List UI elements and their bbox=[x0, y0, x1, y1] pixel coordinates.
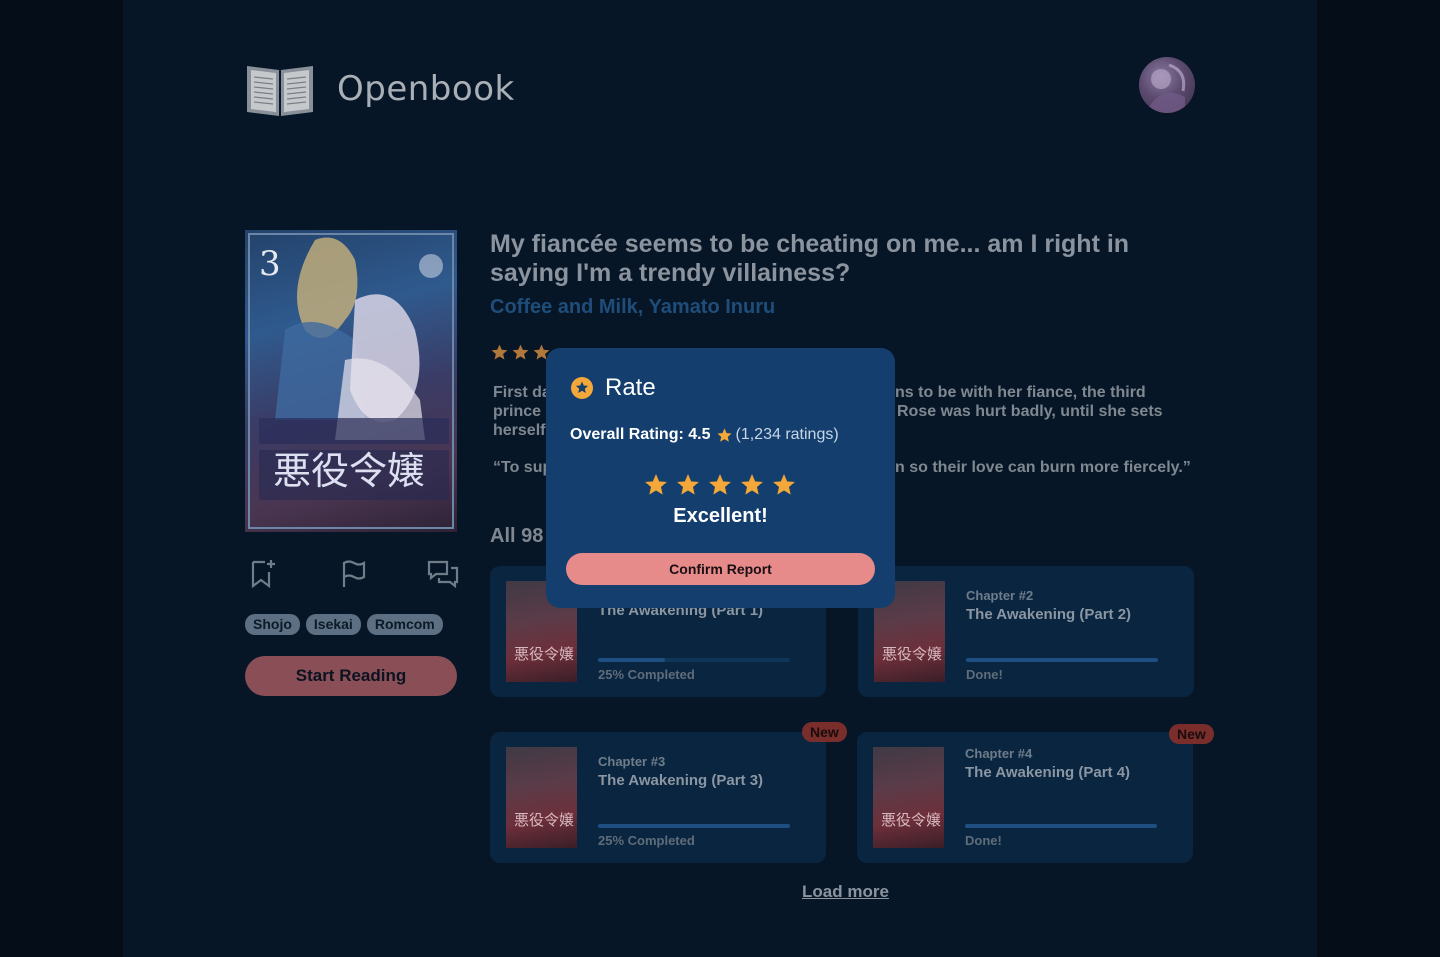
tag-shojo[interactable]: Shojo bbox=[245, 614, 300, 635]
progress-bar bbox=[598, 658, 790, 662]
book-authors[interactable]: Coffee and Milk, Yamato Inuru bbox=[490, 296, 775, 319]
new-badge: New bbox=[802, 722, 847, 742]
star-icon bbox=[512, 344, 529, 360]
bookmark-button[interactable] bbox=[247, 558, 279, 590]
description-left-3: herself bbox=[493, 422, 546, 439]
chapter-number: Chapter #2 bbox=[966, 588, 1034, 603]
modal-header: Rate bbox=[570, 374, 656, 402]
chapter-thumbnail: 悪役令嬢 bbox=[506, 747, 577, 848]
rating-verdict: Excellent! bbox=[673, 505, 768, 527]
progress-label: Done! bbox=[966, 667, 1003, 682]
progress-fill bbox=[598, 658, 666, 662]
report-button[interactable] bbox=[338, 558, 370, 590]
quote-right: n so their love can burn more fiercely.” bbox=[895, 459, 1191, 476]
progress-bar bbox=[966, 658, 1158, 662]
chapter-title: The Awakening (Part 4) bbox=[965, 764, 1131, 781]
progress-bar bbox=[598, 824, 790, 828]
description-left: First da bbox=[493, 384, 551, 401]
ratings-count: (1,234 ratings) bbox=[735, 426, 839, 443]
cover-number: 3 bbox=[259, 244, 281, 284]
avatar-image bbox=[1149, 63, 1186, 113]
chapter-thumbnail: 悪役令嬢 bbox=[873, 747, 944, 848]
progress-bar bbox=[965, 824, 1157, 828]
chapter-number: Chapter #4 bbox=[965, 746, 1033, 761]
start-reading-button[interactable]: Start Reading bbox=[245, 656, 457, 696]
genre-tags: Shojo Isekai Romcom bbox=[245, 614, 443, 635]
star-3-icon[interactable] bbox=[707, 472, 733, 498]
star-icon bbox=[491, 344, 508, 360]
app-name: Openbook bbox=[337, 69, 515, 109]
new-badge: New bbox=[1169, 724, 1214, 744]
progress-label: Done! bbox=[965, 833, 1002, 848]
tag-isekai[interactable]: Isekai bbox=[305, 614, 361, 635]
chapter-card[interactable]: 悪役令嬢 Chapter #4 The Awakening (Part 4) D… bbox=[857, 732, 1193, 863]
progress-fill bbox=[965, 824, 1157, 828]
star-5-icon[interactable] bbox=[771, 472, 797, 498]
load-more-link[interactable]: Load more bbox=[802, 882, 889, 902]
description-right: ns to be with her fiance, the third bbox=[895, 384, 1146, 401]
progress-label: 25% Completed bbox=[598, 667, 695, 682]
chapter-card[interactable]: 悪役令嬢 Chapter #2 The Awakening (Part 2) D… bbox=[858, 566, 1194, 697]
chapter-title: The Awakening (Part 3) bbox=[598, 772, 764, 789]
overall-rating-label: Overall Rating: 4.5 bbox=[570, 426, 711, 443]
description-left-2: prince bbox=[493, 403, 542, 420]
progress-label: 25% Completed bbox=[598, 833, 695, 848]
chapter-card[interactable]: 悪役令嬢 Chapter #3 The Awakening (Part 3) 2… bbox=[490, 732, 826, 863]
confirm-report-button[interactable]: Confirm Report bbox=[566, 553, 875, 585]
chapter-title: The Awakening (Part 2) bbox=[966, 606, 1132, 623]
tag-romcom[interactable]: Romcom bbox=[366, 614, 443, 635]
progress-fill bbox=[598, 824, 790, 828]
open-book-icon bbox=[247, 66, 313, 116]
star-1-icon[interactable] bbox=[643, 472, 669, 498]
thumb-title: 悪役令嬢 bbox=[514, 645, 575, 663]
star-4-icon[interactable] bbox=[739, 472, 765, 498]
book-rating-stars bbox=[490, 343, 551, 362]
star-circle-icon bbox=[571, 377, 593, 399]
book-title: My fiancée seems to be cheating on me...… bbox=[490, 230, 1130, 287]
thumb-title: 悪役令嬢 bbox=[881, 811, 942, 829]
star-2-icon[interactable] bbox=[675, 472, 701, 498]
cover-title-text: 悪役令嬢 bbox=[273, 449, 426, 493]
comments-icon bbox=[427, 560, 459, 589]
overall-rating: Overall Rating: 4.5 (1,234 ratings) bbox=[570, 426, 839, 444]
thumb-title: 悪役令嬢 bbox=[514, 811, 575, 829]
book-actions bbox=[245, 558, 460, 592]
rate-modal: Rate Overall Rating: 4.5 (1,234 ratings)… bbox=[546, 348, 895, 608]
star-rating-input bbox=[643, 472, 797, 498]
quote-left: “To sup bbox=[493, 459, 553, 476]
book-cover: 3 悪役令嬢 bbox=[245, 230, 457, 532]
logo[interactable]: Openbook bbox=[245, 60, 515, 118]
flag-icon bbox=[342, 560, 366, 587]
bookmark-add-icon bbox=[251, 560, 275, 589]
thumb-title: 悪役令嬢 bbox=[882, 645, 943, 663]
description-right-2: Rose was hurt badly, until she sets bbox=[897, 403, 1163, 420]
chapters-heading: All 98 bbox=[490, 525, 544, 547]
star-icon bbox=[716, 427, 732, 442]
comments-button[interactable] bbox=[427, 558, 459, 590]
modal-title: Rate bbox=[605, 374, 656, 401]
progress-fill bbox=[966, 658, 1158, 662]
user-avatar[interactable] bbox=[1139, 57, 1195, 113]
chapter-number: Chapter #3 bbox=[598, 754, 666, 769]
